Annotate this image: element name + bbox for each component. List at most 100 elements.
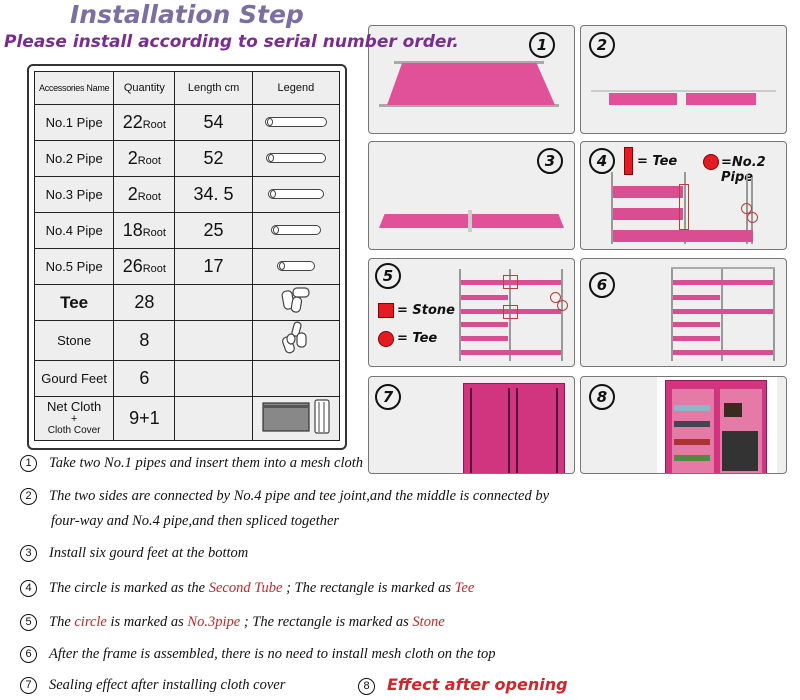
step-panel-2: 2 [580,25,787,134]
table-row: Stone 8 [33,320,341,361]
table-header-row: Accessories Name Quantity Length cm Lege… [33,71,341,105]
pipe-bar [591,90,776,92]
qty-value: 22 [122,112,143,132]
accessory-quantity: 18Root [113,212,176,249]
instruction-step: 7 Sealing effect after installing cloth c… [20,677,285,694]
column-header: Length cm [174,71,253,105]
step-panel-8: 8 [580,376,787,474]
pipe-marker-swatch [703,154,719,170]
pipe-icon [265,152,326,163]
column-header: Quantity [113,71,176,105]
accessory-quantity: 6 [113,360,176,397]
frame-top [671,267,775,269]
qty-unit: Root [137,155,161,167]
accessory-name: No.4 Pipe [33,212,115,249]
step-number: 8 [589,384,615,410]
accessory-length [174,396,253,441]
shelf [673,309,773,314]
instruction-step: 6 After the frame is assembled, there is … [20,646,495,663]
step-number: 1 [529,32,555,58]
legend-cell [251,212,341,249]
step-number: 2 [589,32,615,58]
stone-marker-swatch [378,303,394,318]
stone-marker [503,275,518,289]
step-number-badge: 7 [375,383,401,410]
page-title: Installation Step [70,0,304,29]
qty-unit: Root [142,119,166,131]
step-panel-5: 5 = Stone = Tee [368,258,575,367]
step-text: is marked as [106,614,188,630]
mesh-cloth [686,93,756,105]
step-number: 6 [589,272,615,298]
legend-cell [251,248,341,285]
tee-marker [679,184,689,230]
accessories-table-frame: Accessories Name Quantity Length cm Lege… [27,64,347,450]
step-text: After the frame is assembled, there is n… [49,646,496,662]
table-row: No.1 Pipe 22Root 54 [33,104,341,141]
name-line-1: Net Cloth [47,398,102,414]
step-text: The circle is marked as the [49,580,209,596]
shelf [673,336,720,341]
step-text: The [49,614,75,630]
tee-connector-icon [281,287,310,313]
highlight-text: Tee [454,580,475,596]
instruction-step: 1 Take two No.1 pipes and insert them int… [20,455,363,472]
step-number: 4 [589,148,615,174]
shelf [673,280,773,285]
column-header: Accessories Name [33,71,115,105]
step-number-badge: 4 [589,147,615,174]
qty-value: 26 [122,256,143,276]
open-cabinet [665,380,767,473]
table-row: No.3 Pipe 2Root 34. 5 [33,176,341,213]
step-number-badge: 1 [529,31,555,58]
step-text: The two sides are connected by No.4 pipe… [49,488,550,504]
step-number: 6 [20,646,37,663]
shelf [461,322,508,327]
qty-unit: Root [142,227,166,239]
pipe-icon [267,188,324,199]
accessory-length: 54 [174,104,253,141]
highlight-text: Second Tube [208,580,283,596]
step-number: 1 [20,455,37,472]
accessory-quantity: 8 [113,320,176,361]
step-text: Take two No.1 pipes and insert them into… [49,455,364,471]
table-row: No.2 Pipe 2Root 52 [33,140,341,177]
accessory-length: 17 [174,248,253,285]
qty-value: 2 [127,184,138,204]
step-text: four-way and No.4 pipe,and then spliced … [51,513,340,529]
cloth-icon [262,399,330,434]
tee-marker-swatch [378,331,394,347]
accessory-quantity: 2Root [113,176,176,213]
accessory-name: Gourd Feet [33,360,115,397]
highlight-text: circle [74,614,107,630]
accessory-name: Net Cloth + Cloth Cover [33,396,115,441]
legend-cell [251,360,341,397]
legend-label: = Tee [637,154,678,169]
table-row: Net Cloth + Cloth Cover 9+1 [33,396,341,441]
step-number-badge: 3 [537,147,563,174]
legend-cell [251,396,341,441]
highlight-text: No.3pipe [187,614,241,630]
accessory-length: 52 [174,140,253,177]
qty-value: 2 [127,148,138,168]
accessory-name: No.1 Pipe [33,104,115,141]
mesh-cloth [387,63,555,105]
step-number-badge: 8 [589,383,615,410]
table-row: Gourd Feet 6 [33,360,341,397]
pipe-marker [747,212,758,223]
instruction-step: 8 Effect after opening [358,675,568,695]
shelf [461,295,508,300]
column-header: Legend [251,71,341,105]
page-subtitle: Please install according to serial numbe… [4,32,459,52]
table-row: No.4 Pipe 18Root 25 [33,212,341,249]
table-row: No.5 Pipe 26Root 17 [33,248,341,285]
accessories-table: Accessories Name Quantity Length cm Lege… [33,71,341,441]
legend-cell [251,104,341,141]
joint [468,210,472,232]
accessory-name: No.3 Pipe [33,176,115,213]
accessory-quantity: 22Root [113,104,176,141]
step-number: 3 [537,148,563,174]
step-panel-3: 3 [368,141,575,250]
instruction-step: 2 The two sides are connected by No.4 pip… [20,488,549,505]
step-number: 5 [20,614,37,631]
